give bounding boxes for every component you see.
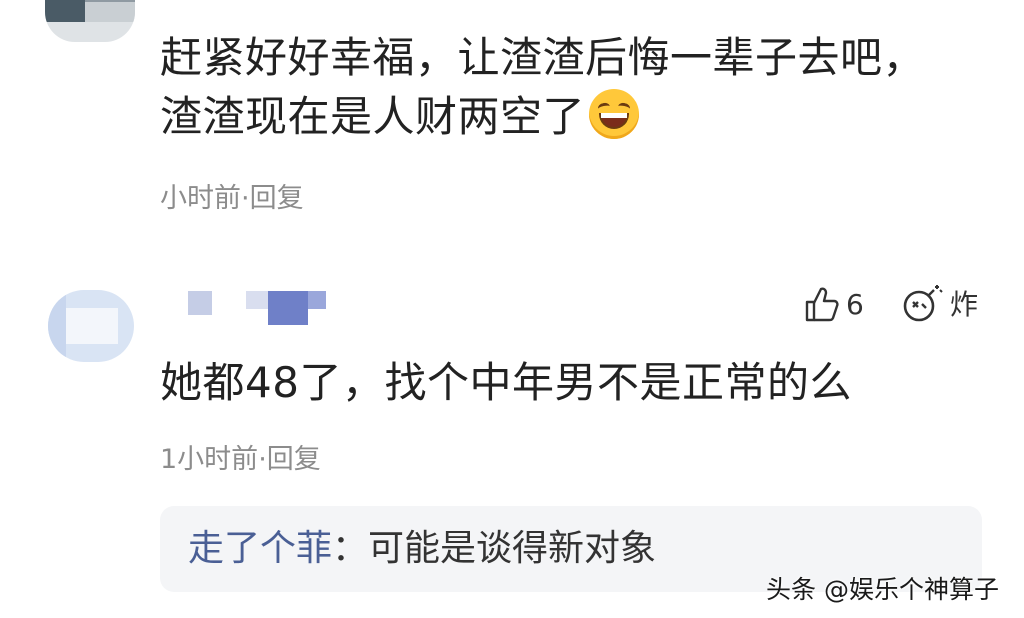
like-count: 6 xyxy=(846,287,864,321)
reply-button[interactable]: 回复 xyxy=(267,444,321,475)
bomb-label: 炸 xyxy=(950,288,979,321)
comment-text-2: 她都48了，找个中年男不是正常的么 xyxy=(160,358,852,407)
bomb-icon xyxy=(903,285,943,322)
user-avatar-1[interactable] xyxy=(45,0,135,42)
nested-reply: 走了个菲：可能是谈得新对象 xyxy=(188,524,656,574)
avatar-mosaic xyxy=(48,290,66,362)
comment-meta-2: 1小时前·回复 xyxy=(160,437,321,476)
user-avatar-2[interactable] xyxy=(48,290,134,362)
watermark: 头条 @娱乐个神算子 xyxy=(766,575,999,604)
comment-text-1: 赶紧好好幸福，让渣渣后悔一辈子去吧， 渣渣现在是人财两空了 xyxy=(160,28,980,146)
reply-button[interactable]: 回复 xyxy=(250,183,304,214)
comment-line-2: 渣渣现在是人财两空了 xyxy=(160,87,980,146)
reply-author-link[interactable]: 走了个菲 xyxy=(188,528,332,569)
avatar-mosaic xyxy=(85,2,135,22)
comment-line-1: 赶紧好好幸福，让渣渣后悔一辈子去吧， xyxy=(160,33,926,82)
avatar-mosaic xyxy=(45,0,85,22)
avatar-mosaic xyxy=(66,308,118,344)
reply-text: 可能是谈得新对象 xyxy=(368,528,657,569)
laughing-emoji-icon xyxy=(589,89,640,139)
comment-time: 1小时前 xyxy=(160,444,259,475)
bomb-button[interactable]: 炸 xyxy=(902,282,978,324)
comment-time: 小时前 xyxy=(160,183,241,214)
reply-separator: ： xyxy=(332,528,369,569)
comment-meta-1: 小时前·回复 xyxy=(160,176,304,215)
like-button[interactable]: 6 xyxy=(804,284,864,324)
thumbs-up-icon xyxy=(805,287,839,322)
comment-line-2-text: 渣渣现在是人财两空了 xyxy=(160,92,586,141)
meta-separator: · xyxy=(258,444,267,475)
username-blurred[interactable] xyxy=(188,291,328,325)
meta-separator: · xyxy=(241,183,250,214)
